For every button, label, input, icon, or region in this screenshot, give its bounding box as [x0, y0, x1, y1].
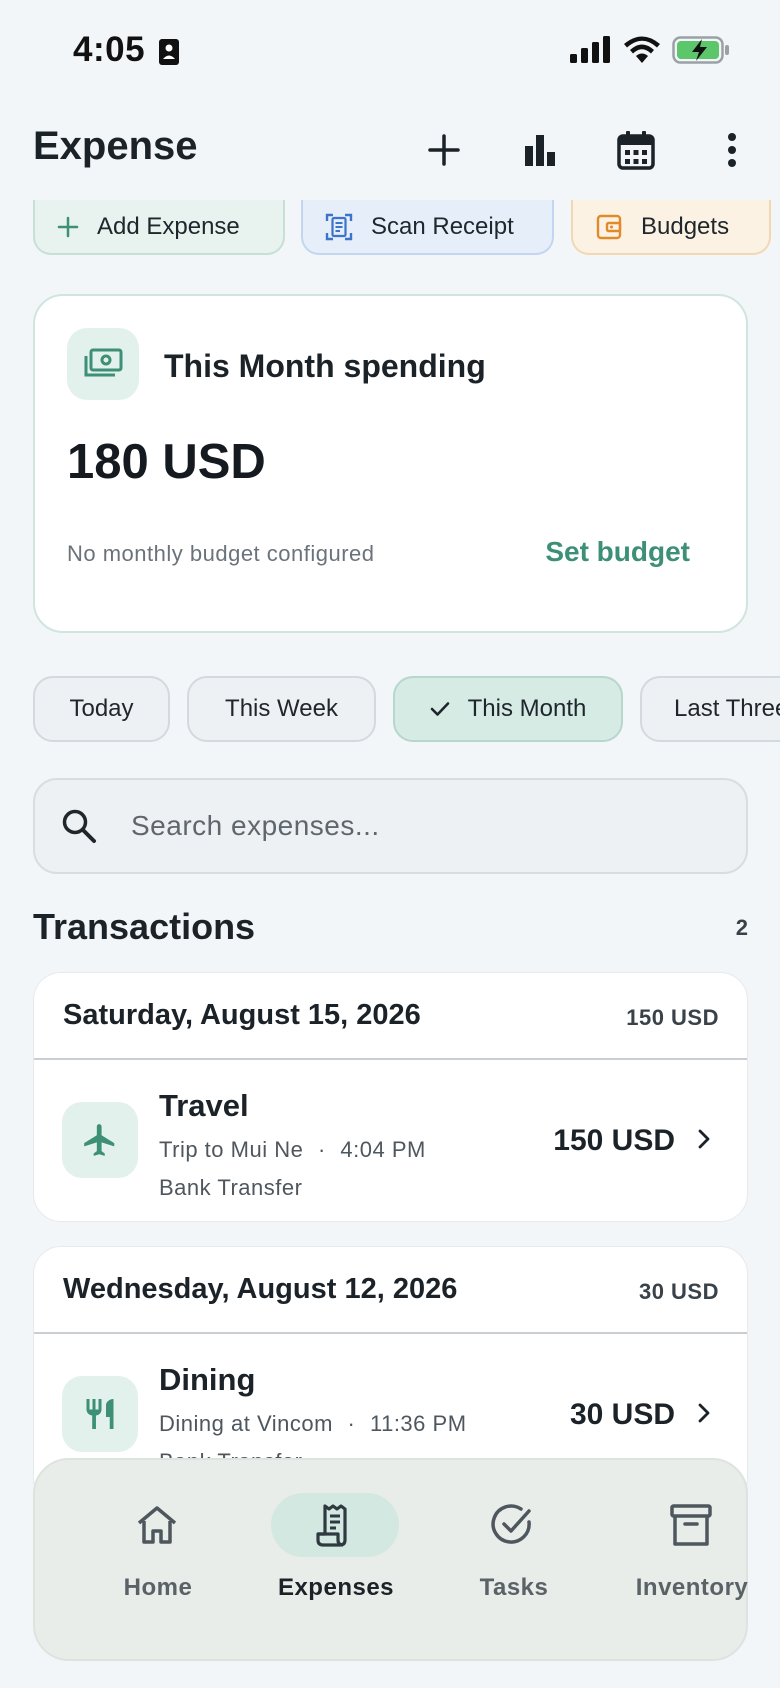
filter-chip-label: This Week [225, 695, 338, 722]
filter-chip-this-month[interactable]: This Month [393, 676, 623, 742]
nav-label: Tasks [479, 1574, 549, 1601]
spending-amount: 180 USD [67, 435, 266, 489]
filter-chip-last-three-months[interactable]: Last Three Months [640, 676, 780, 742]
wallet-icon [596, 214, 622, 239]
transaction-row[interactable]: Travel Trip to Mui Ne · 4:04 PM Bank Tra… [34, 1060, 747, 1221]
search-icon [62, 809, 96, 843]
search-input[interactable] [131, 810, 691, 842]
plus-icon [57, 216, 79, 237]
airplane-icon [84, 1124, 115, 1156]
separator-dot: · [317, 1137, 326, 1162]
budgets-label: Budgets [641, 212, 730, 240]
separator-dot: · [347, 1411, 356, 1436]
nav-item-tasks[interactable]: Tasks [429, 1478, 599, 1601]
day-group: Saturday, August 15, 2026 150 USD Travel… [33, 972, 748, 1222]
quick-actions-row: Add Expense Scan Receipt Budgets [0, 200, 780, 260]
sim-card-icon [159, 39, 179, 65]
restaurant-icon [86, 1399, 114, 1429]
nav-label: Home [123, 1574, 193, 1601]
spending-icon-box [67, 328, 139, 400]
calendar-icon [617, 131, 655, 170]
document-scanner-icon [325, 213, 353, 240]
transaction-time: 4:04 PM [340, 1137, 426, 1162]
nav-item-inventory[interactable]: Inventory [607, 1478, 777, 1601]
home-icon [137, 1506, 177, 1544]
status-bar: 4:05 [0, 0, 780, 100]
calendar-button[interactable] [608, 120, 664, 180]
filter-chip-label: This Month [467, 695, 587, 722]
chevron-right-icon [698, 1403, 710, 1423]
filter-chip-label: Today [69, 695, 134, 722]
payment-method: Bank Transfer [159, 1175, 303, 1200]
battery-charging-icon [672, 36, 729, 64]
day-group-header: Saturday, August 15, 2026 150 USD [34, 973, 747, 1060]
scan-receipt-label: Scan Receipt [371, 212, 514, 240]
transaction-note: Dining at Vincom [159, 1411, 333, 1436]
wifi-icon [624, 36, 660, 63]
check-icon [430, 702, 449, 716]
statistics-button[interactable] [512, 120, 568, 180]
transactions-count: 2 [735, 915, 748, 940]
category-icon-box [62, 1102, 138, 1178]
bottom-navigation: Home Expenses Tasks Inventory [33, 1458, 748, 1661]
day-group-date: Saturday, August 15, 2026 [63, 999, 421, 1031]
add-expense-chip[interactable]: Add Expense [33, 200, 285, 255]
filter-chip-this-week[interactable]: This Week [187, 676, 376, 742]
add-button[interactable] [416, 120, 472, 180]
transaction-note: Trip to Mui Ne [159, 1137, 304, 1162]
day-group-total: 30 USD [638, 1279, 719, 1304]
set-budget-button[interactable]: Set budget [545, 536, 690, 568]
receipt-icon [316, 1504, 347, 1547]
transaction-amount: 30 USD [569, 1398, 675, 1431]
day-group-header: Wednesday, August 12, 2026 30 USD [34, 1247, 747, 1334]
bar-chart-icon [525, 135, 555, 166]
transaction-category: Dining [159, 1362, 256, 1397]
day-group-total: 150 USD [626, 1005, 719, 1030]
nav-item-home[interactable]: Home [73, 1478, 243, 1601]
transaction-description: Dining at Vincom · 11:36 PM [159, 1411, 467, 1437]
chevron-right-icon [698, 1129, 710, 1149]
budgets-chip[interactable]: Budgets [571, 200, 771, 255]
transactions-heading: Transactions [33, 906, 256, 947]
filter-chip-label: Last Three Months [674, 695, 780, 722]
more-vert-icon [728, 133, 736, 167]
nav-item-expenses[interactable]: Expenses [251, 1478, 421, 1601]
transaction-amount: 150 USD [553, 1124, 675, 1157]
transaction-category: Travel [159, 1088, 249, 1123]
day-group-date: Wednesday, August 12, 2026 [63, 1273, 458, 1305]
period-filter-row: Today This Week This Month Last Three Mo… [0, 676, 780, 744]
filter-chip-today[interactable]: Today [33, 676, 170, 742]
nav-label: Expenses [277, 1574, 395, 1601]
nav-label: Inventory [635, 1574, 749, 1601]
page-title: Expense [33, 124, 198, 168]
signal-icon [570, 36, 610, 63]
budget-status-note: No monthly budget configured [67, 541, 375, 566]
payments-icon [84, 348, 123, 377]
archive-icon [670, 1504, 712, 1546]
spending-summary-card: This Month spending 180 USD No monthly b… [33, 294, 748, 633]
add-expense-label: Add Expense [97, 212, 240, 240]
status-time: 4:05 [73, 30, 146, 69]
check-circle-icon [491, 1504, 531, 1544]
transaction-description: Trip to Mui Ne · 4:04 PM [159, 1137, 426, 1163]
category-icon-box [62, 1376, 138, 1452]
add-icon [428, 134, 460, 166]
spending-title: This Month spending [164, 348, 486, 384]
scan-receipt-chip[interactable]: Scan Receipt [301, 200, 554, 255]
more-options-button[interactable] [704, 120, 760, 180]
search-bar[interactable] [33, 778, 748, 874]
transaction-time: 11:36 PM [369, 1411, 467, 1436]
